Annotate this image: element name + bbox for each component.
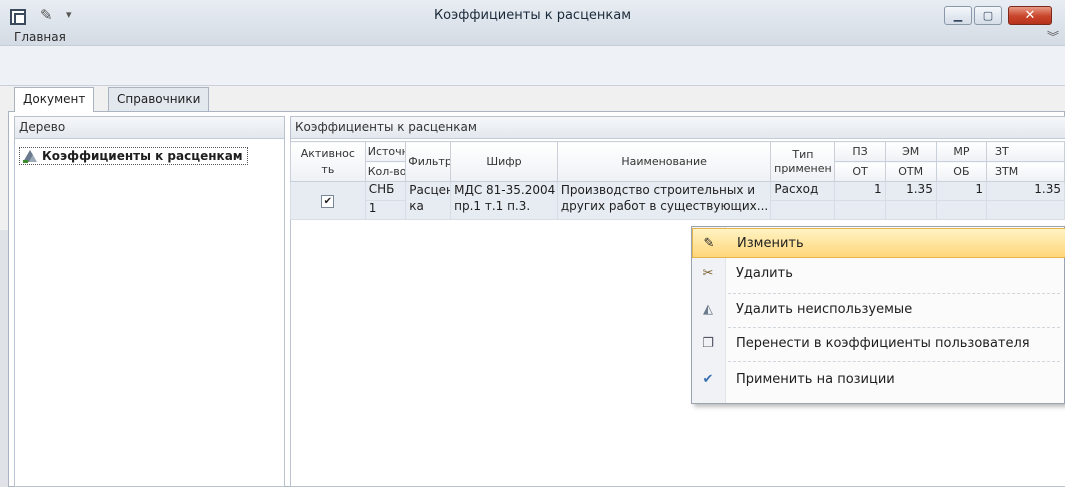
cell-filter-line1: Расцен xyxy=(409,183,451,197)
menu-item-delete[interactable]: ✂ Удалить xyxy=(692,259,1065,289)
col-mr[interactable]: МР xyxy=(935,141,988,162)
cell-cipher: МДС 81-35.2004 пр.1 т.1 п.3. xyxy=(450,181,558,220)
col-pz[interactable]: ПЗ xyxy=(834,141,886,162)
menu-separator xyxy=(728,361,1060,362)
cell-type: Расход xyxy=(770,181,836,201)
minimize-button[interactable]: ▁ xyxy=(944,6,972,25)
cell-mr: 1 xyxy=(935,181,988,201)
cell-filter-line2: ка xyxy=(409,199,424,213)
col-ztm[interactable]: ЗТМ xyxy=(986,161,1065,182)
cell-type-2 xyxy=(770,200,836,220)
cell-ot xyxy=(834,200,886,220)
left-edge-splitter[interactable] xyxy=(0,230,8,487)
cell-active[interactable]: ✔ xyxy=(290,181,366,220)
cell-name: Производство строительных и других работ… xyxy=(556,181,772,220)
menu-separator xyxy=(728,327,1060,328)
col-source[interactable]: Источни xyxy=(364,141,407,162)
col-filter[interactable]: Фильтр xyxy=(405,141,452,182)
menu-item-edit[interactable]: ✎ Изменить xyxy=(692,228,1065,258)
menu-item-edit-label: Изменить xyxy=(737,236,804,251)
cell-zt: 1.35 xyxy=(986,181,1065,201)
cell-pz: 1 xyxy=(834,181,886,201)
cell-qty: 1 xyxy=(364,200,407,220)
ribbon-tab-home[interactable]: Главная xyxy=(14,30,66,44)
edit-icon: ✎ xyxy=(703,236,715,251)
cell-name-line1: Производство строительных и xyxy=(560,183,756,197)
menu-separator xyxy=(728,293,1060,294)
tree-header: Дерево xyxy=(15,117,284,139)
col-active[interactable]: Активнос ть xyxy=(290,141,366,182)
menu-item-delete-unused[interactable]: ◭ Удалить неиспользуемые xyxy=(692,295,1065,325)
cell-otm xyxy=(884,200,937,220)
col-em[interactable]: ЭМ xyxy=(884,141,937,162)
menu-item-apply[interactable]: ✔ Применить на позиции xyxy=(692,365,1065,395)
cell-em: 1.35 xyxy=(884,181,937,201)
col-ob[interactable]: ОБ xyxy=(935,161,988,182)
tree-item-coefficients[interactable]: Коэффициенты к расценкам xyxy=(19,147,248,165)
menu-item-transfer[interactable]: ❐ Перенести в коэффициенты пользователя xyxy=(692,329,1065,359)
coefficients-grid: Активнос ть Источни Фильтр Шифр Наименов… xyxy=(290,141,1065,220)
cell-ztm xyxy=(986,200,1065,220)
title-bar: ✎ ▾ Коэффициенты к расценкам ▁ ▢ ✕ Главн… xyxy=(0,0,1065,46)
grid-header: Коэффициенты к расценкам xyxy=(291,117,1065,139)
maximize-button[interactable]: ▢ xyxy=(974,6,1002,25)
tree-pane: Дерево Коэффициенты к расценкам xyxy=(14,116,285,487)
menu-item-transfer-label: Перенести в коэффициенты пользователя xyxy=(736,336,1030,351)
transfer-icon: ❐ xyxy=(702,336,714,351)
menu-item-delete-unused-label: Удалить неиспользуемые xyxy=(736,302,913,317)
cell-cipher-line1: МДС 81-35.2004 xyxy=(454,183,556,197)
tree-item-label: Коэффициенты к расценкам xyxy=(42,149,243,163)
col-cipher[interactable]: Шифр xyxy=(450,141,558,182)
cell-source: СНБ xyxy=(364,181,407,201)
cell-name-line2: других работ в существующих... xyxy=(560,199,769,213)
ribbon-collapse-icon[interactable]: ︾ xyxy=(1047,28,1059,45)
context-menu: ✎ Изменить ✂ Удалить ◭ Удалить неиспольз… xyxy=(691,226,1065,404)
tab-references[interactable]: Справочники xyxy=(108,87,210,111)
col-name[interactable]: Наименование xyxy=(556,141,772,182)
col-otm[interactable]: ОТМ xyxy=(884,161,937,182)
apply-icon: ✔ xyxy=(702,372,714,387)
table-row[interactable]: ✔ СНБ Расцен ка МДС 81-35.2004 пр.1 т.1 … xyxy=(290,181,1065,220)
ribbon-area xyxy=(0,46,1065,86)
active-checkbox[interactable]: ✔ xyxy=(321,195,335,208)
tab-document[interactable]: Документ xyxy=(14,87,95,112)
cell-cipher-line2: пр.1 т.1 п.3. xyxy=(454,199,531,213)
cell-ob xyxy=(935,200,988,220)
coefficient-tree-icon xyxy=(23,150,37,163)
window-title: Коэффициенты к расценкам xyxy=(433,8,632,23)
delete-unused-icon: ◭ xyxy=(703,302,713,317)
col-zt[interactable]: ЗТ xyxy=(986,141,1065,162)
col-type[interactable]: Тип применен xyxy=(770,141,836,182)
col-ot[interactable]: ОТ xyxy=(834,161,886,182)
close-button[interactable]: ✕ xyxy=(1008,6,1052,25)
col-qty[interactable]: Кол-во xyxy=(364,161,407,182)
cell-filter: Расцен ка xyxy=(405,181,452,220)
delete-icon: ✂ xyxy=(702,266,714,281)
menu-item-delete-label: Удалить xyxy=(736,266,793,281)
menu-item-apply-label: Применить на позиции xyxy=(736,372,895,387)
